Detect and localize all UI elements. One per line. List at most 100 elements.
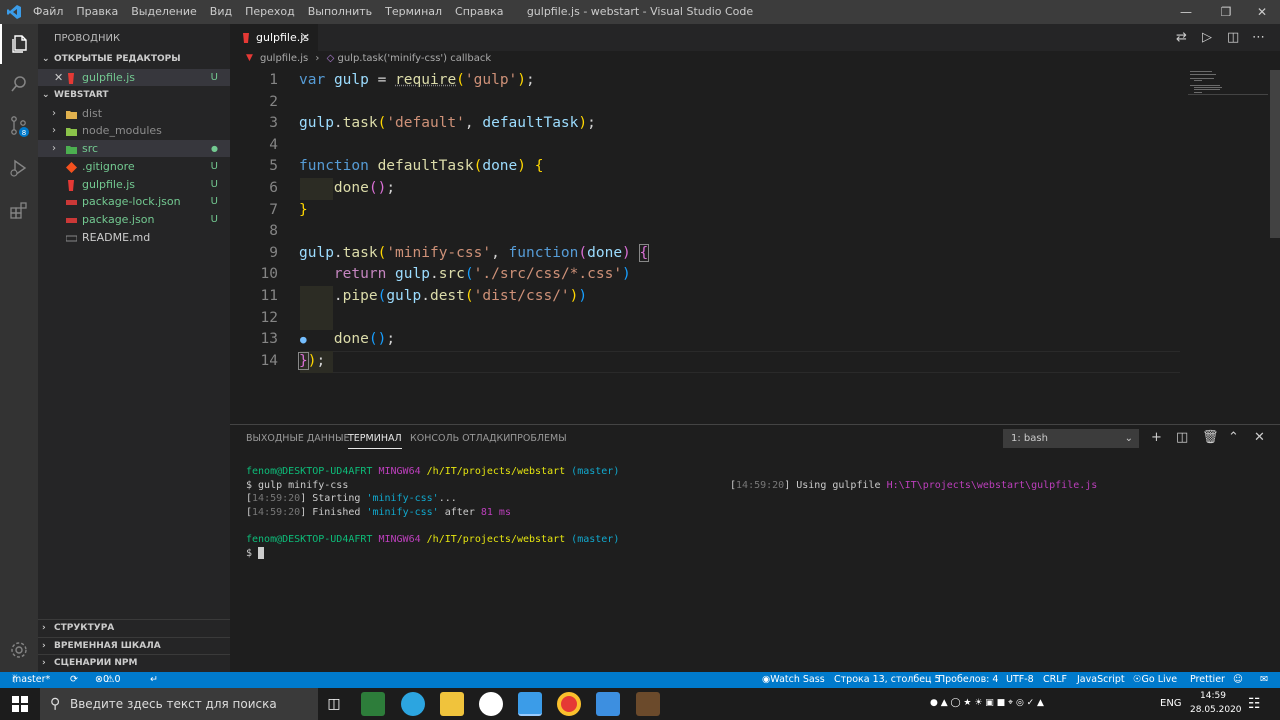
prompt-branch: (master) (571, 466, 620, 477)
menu-bar: Файл Правка Выделение Вид Переход Выполн… (33, 5, 517, 18)
project-label: WEBSTART (54, 90, 109, 100)
timestamp: 14:59:20 (252, 493, 301, 504)
language-indicator[interactable]: ENG (1160, 698, 1182, 709)
tree-item-src[interactable]: › src ● (38, 140, 230, 157)
tree-item-readme[interactable]: README.md (38, 229, 230, 246)
app-icon[interactable] (479, 692, 503, 716)
menu-view[interactable]: Вид (210, 5, 232, 18)
tree-item-package-lock[interactable]: package-lock.json U (38, 193, 230, 210)
watch-sass-button[interactable]: ◉ Watch Sass (762, 672, 825, 688)
task-name: 'minify-css' (366, 493, 439, 504)
more-actions-icon[interactable]: ⋯ (1252, 30, 1265, 45)
tray-icons[interactable]: ● ▲ ◯ ★ ☀ ▣ ■ ⌖ ◎ ✓ ▲ (930, 698, 1044, 708)
close-tab-icon[interactable]: ✕ (301, 24, 310, 51)
tree-item-dist[interactable]: › dist (38, 105, 230, 122)
file-explorer-icon[interactable] (440, 692, 464, 716)
minimize-button[interactable]: — (1176, 2, 1196, 22)
tree-item-package-json[interactable]: package.json U (38, 211, 230, 228)
close-window-button[interactable]: ✕ (1252, 2, 1272, 22)
open-editors-section[interactable]: ⌄ ОТКРЫТЫЕ РЕДАКТОРЫ (38, 51, 230, 68)
pull-request-icon[interactable]: ↵ (150, 672, 158, 688)
breadcrumb-symbol[interactable]: gulp.task('minify-css') callback (337, 53, 491, 64)
clock-time[interactable]: 14:59 (1200, 691, 1226, 701)
prettier-indicator[interactable]: Prettier (1190, 672, 1225, 688)
editor-scrollbar[interactable] (1270, 70, 1280, 238)
title-bar: Файл Правка Выделение Вид Переход Выполн… (0, 0, 1280, 24)
go-live-button[interactable]: ☉ Go Live (1133, 672, 1177, 688)
menu-go[interactable]: Переход (245, 5, 295, 18)
terminal-command: $ gulp minify-css (246, 480, 349, 491)
notifications-icon[interactable]: ✉ (1260, 672, 1268, 688)
settings-gear-icon[interactable] (0, 630, 38, 670)
tree-item-label: package-lock.json (82, 195, 181, 208)
tree-item-gulpfile[interactable]: gulpfile.js U (38, 176, 230, 193)
menu-selection[interactable]: Выделение (131, 5, 197, 18)
menu-edit[interactable]: Правка (76, 5, 118, 18)
search-icon[interactable] (0, 64, 38, 104)
split-terminal-icon[interactable]: ◫ (1176, 430, 1188, 445)
open-editor-item[interactable]: ✕ gulpfile.js U (38, 69, 230, 86)
sync-icon[interactable]: ⟳ (70, 672, 78, 688)
taskbar-search-input[interactable]: ⚲ Введите здесь текст для поиска (40, 688, 318, 720)
new-terminal-icon[interactable]: + (1151, 430, 1162, 445)
close-panel-icon[interactable]: ✕ (1254, 430, 1265, 445)
run-debug-icon[interactable] (0, 148, 38, 188)
app-icon[interactable] (596, 692, 620, 716)
terminal-select[interactable]: 1: bash ⌄ (1003, 429, 1139, 448)
telegram-app-icon[interactable] (401, 692, 425, 716)
app-icon[interactable] (636, 692, 660, 716)
webstorm-app-icon[interactable] (361, 692, 385, 716)
tab-debug-console[interactable]: КОНСОЛЬ ОТЛАДКИ (410, 433, 510, 444)
minimap[interactable] (1188, 70, 1268, 100)
task-view-icon[interactable]: ◫ (322, 692, 346, 716)
tab-problems[interactable]: ПРОБЛЕМЫ (510, 433, 567, 444)
open-changes-icon[interactable]: ⇄ (1176, 30, 1187, 45)
gulp-file-icon (66, 179, 77, 191)
bottom-panel: ВЫХОДНЫЕ ДАННЫЕ ТЕРМИНАЛ КОНСОЛЬ ОТЛАДКИ… (230, 424, 1280, 672)
extensions-icon[interactable] (0, 190, 38, 230)
split-editor-icon[interactable]: ◫ (1227, 30, 1239, 45)
maximize-button[interactable]: ❐ (1216, 2, 1236, 22)
tree-item-label: node_modules (82, 124, 162, 137)
indentation[interactable]: Пробелов: 4 (938, 672, 998, 688)
git-status-badge: U (210, 72, 218, 83)
tab-output[interactable]: ВЫХОДНЫЕ ДАННЫЕ (246, 433, 349, 444)
outline-label: СТРУКТУРА (54, 623, 115, 633)
tab-terminal[interactable]: ТЕРМИНАЛ (348, 433, 402, 449)
windows-taskbar: ⚲ Введите здесь текст для поиска ◫ ● ▲ ◯… (0, 688, 1280, 720)
prompt-env: MINGW64 (378, 466, 421, 477)
close-editor-icon[interactable]: ✕ (54, 69, 63, 86)
editor-tabs: gulpfile.js ✕ ⇄ ▷ ◫ ⋯ (230, 24, 1280, 51)
npm-scripts-section[interactable]: › СЦЕНАРИИ NPM (38, 654, 230, 671)
menu-terminal[interactable]: Терминал (385, 5, 442, 18)
action-center-icon[interactable]: ☷ (1248, 696, 1261, 712)
timeline-section[interactable]: › ВРЕМЕННАЯ ШКАЛА (38, 637, 230, 654)
maximize-panel-icon[interactable]: ⌃ (1228, 430, 1239, 445)
status-bar: ᛉ master* ⟳ ⊗ 0 ⚠ 0 ↵ ◉ Watch Sass Строка … (0, 672, 1280, 688)
menu-help[interactable]: Справка (455, 5, 503, 18)
menu-file[interactable]: Файл (33, 5, 63, 18)
outline-section[interactable]: › СТРУКТУРА (38, 619, 230, 636)
language-mode[interactable]: JavaScript (1077, 672, 1125, 688)
tab-gulpfile[interactable]: gulpfile.js ✕ (230, 24, 318, 51)
tree-item-gitignore[interactable]: .gitignore U (38, 158, 230, 175)
end-of-line[interactable]: CRLF (1043, 672, 1067, 688)
feedback-icon[interactable]: ☺ (1233, 672, 1243, 688)
encoding[interactable]: UTF-8 (1006, 672, 1034, 688)
source-control-icon[interactable]: 8 (0, 106, 38, 146)
tree-item-label: gulpfile.js (82, 178, 136, 191)
explorer-icon[interactable] (0, 24, 38, 64)
webstart-section[interactable]: ⌄ WEBSTART (38, 87, 230, 104)
vscode-taskbar-icon[interactable] (518, 692, 542, 716)
task-name: 'minify-css' (366, 507, 439, 518)
clock-date[interactable]: 28.05.2020 (1190, 705, 1242, 715)
problems-indicator[interactable]: ⊗ 0 ⚠ 0 (95, 672, 121, 688)
kill-terminal-icon[interactable]: 🗑 (1202, 430, 1219, 445)
windows-start-icon[interactable] (12, 696, 28, 716)
cursor-position[interactable]: Строка 13, столбец 5 (834, 672, 941, 688)
breadcrumb-file[interactable]: gulpfile.js (260, 53, 308, 64)
tree-item-node-modules[interactable]: › node_modules (38, 122, 230, 139)
menu-run[interactable]: Выполнить (308, 5, 372, 18)
run-icon[interactable]: ▷ (1202, 30, 1212, 45)
chrome-app-icon[interactable] (557, 692, 581, 716)
